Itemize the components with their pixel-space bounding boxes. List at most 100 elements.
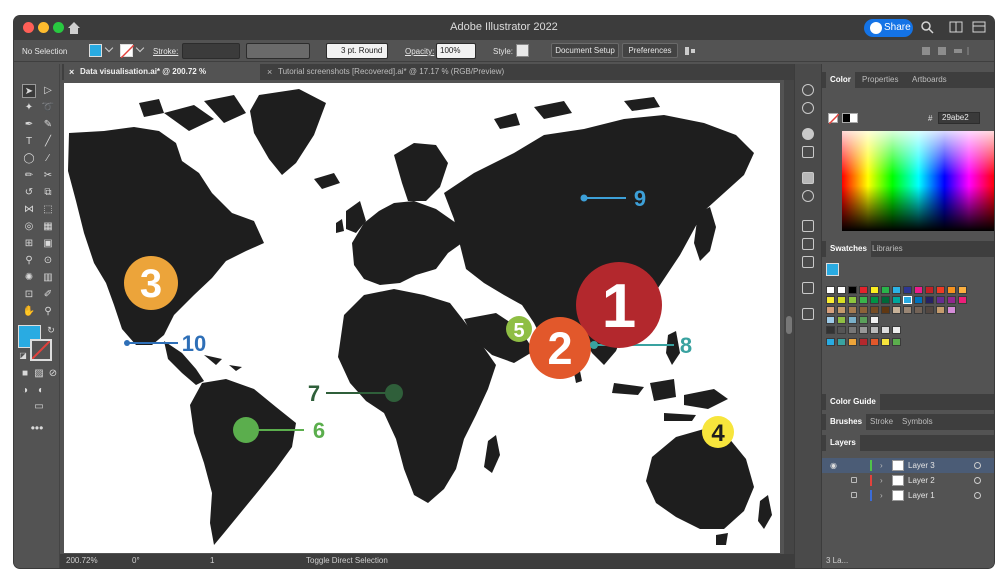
layer-row[interactable]: ◉ › Layer 3 (822, 458, 994, 473)
mesh-tool-icon[interactable]: ⊞ (22, 237, 36, 251)
default-fill-stroke-icon[interactable]: ◪ (16, 349, 30, 363)
swatch[interactable] (881, 296, 890, 304)
free-transform-tool-icon[interactable]: ⬚ (41, 203, 55, 217)
perspective-grid-tool-icon[interactable]: ▦ (41, 220, 55, 234)
shape-builder-tool-icon[interactable]: ◎ (22, 220, 36, 234)
tab-libraries[interactable]: Libraries (872, 241, 903, 257)
swatch[interactable] (925, 306, 934, 314)
tab-color-guide[interactable]: Color Guide (826, 394, 880, 410)
swatch[interactable] (881, 338, 890, 346)
slice-tool-icon[interactable]: ✐ (41, 288, 55, 302)
pen-tool-icon[interactable]: ✒ (22, 118, 36, 132)
pathfinder-icon[interactable] (802, 256, 814, 268)
width-tool-icon[interactable]: ⋈ (22, 203, 36, 217)
expand-arrow-icon[interactable]: › (880, 458, 883, 473)
swatch[interactable] (881, 326, 890, 334)
lock-icon[interactable] (851, 477, 857, 483)
type-tool-icon[interactable]: T (22, 135, 36, 149)
artboard-tool-icon[interactable]: ⊡ (22, 288, 36, 302)
swatch[interactable] (826, 316, 835, 324)
swatch[interactable] (848, 316, 857, 324)
swatch[interactable] (925, 296, 934, 304)
swatch[interactable] (837, 316, 846, 324)
swatch[interactable] (925, 286, 934, 294)
graphic-style-swatch[interactable] (516, 44, 529, 57)
scrollbar-thumb[interactable] (786, 316, 792, 334)
stroke-dropdown-icon[interactable] (135, 43, 145, 53)
swatch[interactable] (936, 306, 945, 314)
transform-icon[interactable] (802, 238, 814, 250)
arrange-documents-icon[interactable] (949, 21, 963, 33)
swatch[interactable] (848, 306, 857, 314)
rotate-tool-icon[interactable]: ↺ (22, 186, 36, 200)
none-mode-icon[interactable]: ⊘ (46, 367, 60, 381)
preferences-button[interactable]: Preferences (622, 43, 678, 58)
color-mode-icon[interactable]: ■ (18, 367, 32, 381)
swatch[interactable] (870, 338, 879, 346)
layer-name[interactable]: Layer 3 (908, 458, 935, 473)
column-graph-tool-icon[interactable]: ▥ (41, 271, 55, 285)
variable-width-profile[interactable] (246, 43, 310, 59)
tab-color[interactable]: Color (826, 72, 855, 88)
swatch[interactable] (859, 286, 868, 294)
gradient-panel-icon[interactable] (802, 172, 814, 184)
swatch[interactable] (903, 306, 912, 314)
swatch[interactable] (848, 326, 857, 334)
swatch[interactable] (859, 338, 868, 346)
swatch[interactable] (947, 286, 956, 294)
layer-name[interactable]: Layer 1 (908, 488, 935, 503)
swap-fill-stroke-icon[interactable]: ↻ (44, 323, 58, 337)
tab-tutorial-screenshots[interactable]: × Tutorial screenshots [Recovered].ai* @… (262, 64, 514, 80)
vertical-scrollbar[interactable] (784, 80, 794, 554)
gradient-mode-icon[interactable]: ▨ (32, 367, 46, 381)
swatch[interactable] (881, 306, 890, 314)
color-spectrum[interactable] (842, 131, 994, 231)
fill-dropdown-icon[interactable] (104, 43, 114, 53)
zoom-level[interactable]: 200.72% (66, 554, 98, 568)
rotate-view[interactable]: 0° (132, 554, 140, 568)
line-tool-icon[interactable]: ╱ (41, 135, 55, 149)
screen-mode-icon[interactable]: ▭ (32, 400, 46, 414)
swatch[interactable] (848, 286, 857, 294)
symbol-sprayer-tool-icon[interactable]: ✺ (22, 271, 36, 285)
edit-toolbar-icon[interactable]: ••• (30, 421, 44, 435)
tab-brushes[interactable]: Brushes (826, 414, 867, 430)
scale-tool-icon[interactable]: ⧉ (41, 186, 55, 200)
swatch[interactable] (870, 286, 879, 294)
layer-name[interactable]: Layer 2 (908, 473, 935, 488)
zoom-tool-icon[interactable]: ⚲ (41, 305, 55, 319)
direct-selection-tool-icon[interactable]: ▷ (41, 84, 55, 98)
swatch[interactable] (881, 286, 890, 294)
paintbrush-tool-icon[interactable]: ∕ (41, 152, 55, 166)
swatch[interactable] (826, 296, 835, 304)
ellipse-tool-icon[interactable]: ◯ (22, 152, 36, 166)
fill-swatch[interactable] (89, 44, 102, 57)
eyedropper-tool-icon[interactable]: ⚲ (22, 254, 36, 268)
swatch[interactable] (870, 326, 879, 334)
expand-arrow-icon[interactable]: › (880, 473, 883, 488)
swatch[interactable] (859, 326, 868, 334)
target-icon[interactable] (974, 477, 981, 484)
opacity-field[interactable]: 100% (436, 43, 476, 59)
draw-behind-icon[interactable]: ◐ (34, 384, 48, 398)
arrange-icons[interactable] (922, 45, 972, 57)
selection-tool-icon[interactable]: ➤ (22, 84, 36, 98)
image-trace-icon[interactable] (802, 146, 814, 158)
swatch[interactable] (826, 338, 835, 346)
stroke-swatch[interactable] (120, 44, 135, 59)
swatch[interactable] (947, 296, 956, 304)
swatch[interactable] (837, 338, 846, 346)
stroke-weight-field[interactable] (182, 43, 240, 59)
swatch[interactable] (892, 306, 901, 314)
swatch[interactable] (859, 306, 868, 314)
world-landmass[interactable] (68, 89, 772, 545)
magic-wand-tool-icon[interactable]: ✦ (22, 101, 36, 115)
hex-input[interactable]: 29abe2 (938, 112, 980, 124)
gradient-tool-icon[interactable]: ▣ (41, 237, 55, 251)
swatch[interactable] (837, 286, 846, 294)
appearance-icon[interactable] (802, 102, 814, 114)
swatch[interactable] (914, 296, 923, 304)
swatch[interactable] (859, 296, 868, 304)
align-panel-icon[interactable] (802, 220, 814, 232)
swatch[interactable] (837, 296, 846, 304)
